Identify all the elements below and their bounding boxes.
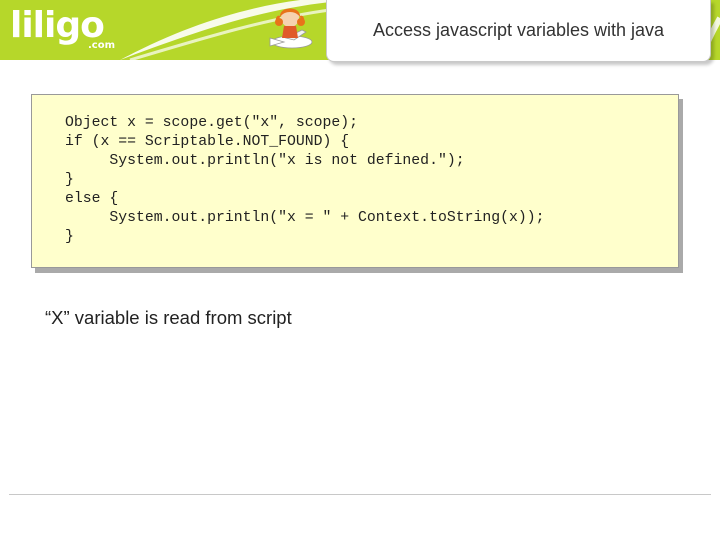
code-line: } [65,172,74,188]
liligo-logo[interactable]: liligo .com [10,4,120,52]
code-line: if (x == Scriptable.NOT_FOUND) { [65,134,350,150]
footer-divider [9,494,711,495]
code-block: Object x = scope.get("x", scope); if (x … [31,94,679,268]
code-line: } [65,229,74,245]
code-line: System.out.println("x = " + Context.toSt… [65,210,545,226]
code-line: System.out.println("x is not defined."); [65,153,465,169]
girl-on-plane-mascot-icon [269,8,313,49]
code-line: Object x = scope.get("x", scope); [65,115,359,131]
logo-tld: .com [88,40,116,51]
slide-title: Access javascript variables with java [372,20,665,40]
slide-title-box: Access javascript variables with java [326,0,711,62]
code-line: else { [65,191,119,207]
caption-text: “X” variable is read from script [45,307,292,328]
